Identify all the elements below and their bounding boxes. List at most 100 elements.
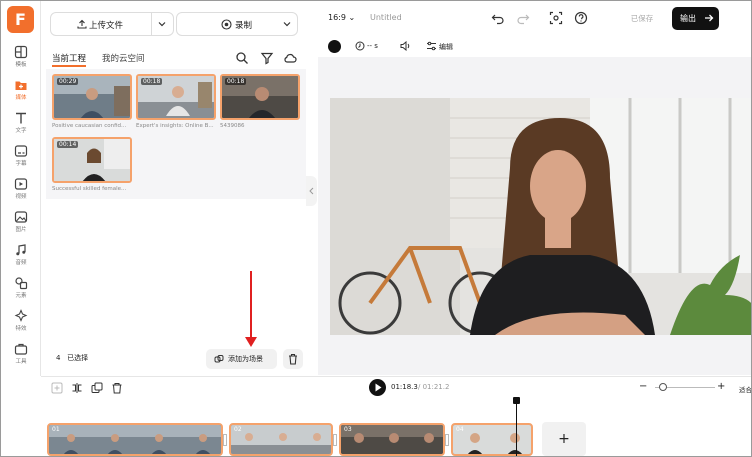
media-thumbnail[interactable]: 00:29 — [52, 74, 132, 120]
media-thumbnail[interactable]: 00:18 — [136, 74, 216, 120]
zoom-slider-handle[interactable] — [659, 383, 667, 391]
rail-item-video[interactable]: 视频 — [1, 175, 41, 207]
clip-transition-handle[interactable] — [333, 434, 337, 446]
rail-label: 图片 — [15, 227, 27, 233]
chevron-down-icon[interactable] — [158, 21, 166, 27]
video-preview[interactable] — [330, 98, 751, 335]
rail-label: 工具 — [15, 359, 27, 365]
active-tab-indicator — [52, 65, 86, 67]
chevron-left-icon — [309, 187, 314, 195]
background-color-swatch[interactable] — [328, 40, 341, 53]
subtitle-icon — [14, 145, 28, 157]
search-icon[interactable] — [235, 51, 249, 65]
element-toolbar: -- s 编辑 — [318, 37, 751, 57]
screenshot-icon[interactable] — [549, 11, 563, 25]
media-caption: Successful skilled female... — [52, 186, 127, 192]
selected-label: 已选择 — [67, 354, 89, 362]
timeline-clip[interactable]: 03 — [339, 423, 445, 456]
playhead-line — [516, 399, 517, 456]
rail-label: 字幕 — [15, 161, 27, 167]
timeline-clip[interactable]: 01 — [47, 423, 223, 456]
media-thumbnail[interactable]: 00:18 — [220, 74, 300, 120]
clip-filmstrip — [341, 425, 443, 454]
clip-filmstrip — [231, 425, 331, 454]
delete-button[interactable] — [283, 349, 303, 369]
elements-icon — [15, 277, 28, 290]
split-icon[interactable] — [71, 382, 83, 394]
trash-icon — [289, 353, 297, 365]
chevron-down-icon[interactable] — [283, 21, 291, 27]
clip-transition-handle[interactable] — [445, 434, 449, 446]
selected-count: 4 已选择 — [56, 353, 88, 363]
zoom-out-button[interactable]: − — [639, 381, 647, 392]
tab-current-project[interactable]: 当前工程 — [52, 52, 86, 64]
left-nav-rail: F 模板 媒体 文字 字幕 视频 图片 音频 元素 特效 工具 — [1, 1, 41, 376]
total-time: / 01:21.2 — [418, 383, 450, 391]
rail-item-templates[interactable]: 模板 — [1, 43, 41, 75]
play-button[interactable] — [369, 379, 386, 396]
link-icon — [214, 355, 224, 363]
tools-icon — [14, 343, 28, 355]
export-label: 输出 — [680, 14, 696, 23]
rail-item-audio[interactable]: 音频 — [1, 241, 41, 273]
selection-footer: 4 已选择 添加为场景 — [46, 345, 306, 373]
scene-duration[interactable]: -- s — [367, 42, 378, 50]
edit-button[interactable]: 编辑 — [439, 42, 453, 52]
redo-icon[interactable] — [516, 11, 530, 25]
media-thumbnail[interactable]: 00:14 — [52, 137, 132, 183]
add-as-scene-label: 添加为场景 — [228, 355, 263, 363]
fit-button[interactable]: 适合 — [739, 384, 751, 394]
media-icon — [15, 81, 27, 90]
text-icon — [16, 112, 26, 124]
rail-item-media[interactable]: 媒体 — [1, 76, 41, 108]
volume-icon[interactable] — [400, 41, 411, 51]
upload-file-button[interactable]: 上传文件 — [50, 12, 174, 36]
rail-label: 特效 — [15, 326, 27, 332]
rail-label: 模板 — [15, 62, 27, 68]
media-panel: 上传文件 录制 当前工程 我的云空间 00:29 00:18 00:18 Pos… — [42, 1, 306, 376]
arrow-right-icon — [705, 14, 714, 22]
aspect-ratio-selector[interactable]: 16:9 ⌄ — [328, 13, 355, 22]
cloud-icon[interactable] — [283, 51, 297, 65]
clip-filmstrip — [453, 425, 531, 454]
add-scene-icon[interactable] — [51, 382, 63, 394]
rail-item-effects[interactable]: 特效 — [1, 307, 41, 339]
clip-transition-handle[interactable] — [223, 434, 227, 446]
rail-item-tools[interactable]: 工具 — [1, 340, 41, 372]
timeline-clip[interactable]: 02 — [229, 423, 333, 456]
clip-number: 03 — [344, 426, 352, 433]
rail-item-text[interactable]: 文字 — [1, 109, 41, 141]
clock-icon — [355, 41, 365, 51]
clip-number: 04 — [456, 426, 464, 433]
rail-label: 音频 — [15, 260, 27, 266]
current-time: 01:18.3 — [391, 383, 418, 391]
panel-collapse-handle[interactable] — [306, 176, 317, 206]
timeline-clip[interactable]: 04 — [451, 423, 533, 456]
rail-label: 文字 — [15, 128, 27, 134]
template-icon — [14, 45, 28, 59]
image-icon — [14, 211, 28, 223]
annotation-arrow-head — [245, 337, 257, 347]
trash-icon[interactable] — [111, 382, 123, 394]
duplicate-icon[interactable] — [91, 382, 103, 394]
tab-my-cloud[interactable]: 我的云空间 — [102, 52, 145, 64]
help-icon[interactable] — [574, 11, 588, 25]
add-clip-button[interactable]: + — [542, 422, 586, 456]
filter-icon[interactable] — [260, 51, 274, 65]
record-button[interactable]: 录制 — [176, 12, 298, 36]
zoom-in-button[interactable]: + — [717, 381, 725, 392]
divider — [151, 13, 152, 35]
playhead-handle[interactable] — [513, 397, 520, 404]
app-window: F 模板 媒体 文字 字幕 视频 图片 音频 元素 特效 工具 上传文件 录制 … — [0, 0, 752, 457]
effects-icon — [14, 309, 28, 322]
clip-number: 02 — [234, 426, 242, 433]
export-button[interactable]: 输出 — [672, 7, 719, 30]
add-as-scene-button[interactable]: 添加为场景 — [206, 349, 277, 369]
selected-number: 4 — [56, 354, 61, 362]
project-title[interactable]: Untitled — [370, 13, 402, 22]
undo-icon[interactable] — [491, 11, 505, 25]
rail-item-subtitles[interactable]: 字幕 — [1, 142, 41, 174]
record-label: 录制 — [235, 21, 253, 31]
rail-item-elements[interactable]: 元素 — [1, 274, 41, 306]
rail-item-images[interactable]: 图片 — [1, 208, 41, 240]
